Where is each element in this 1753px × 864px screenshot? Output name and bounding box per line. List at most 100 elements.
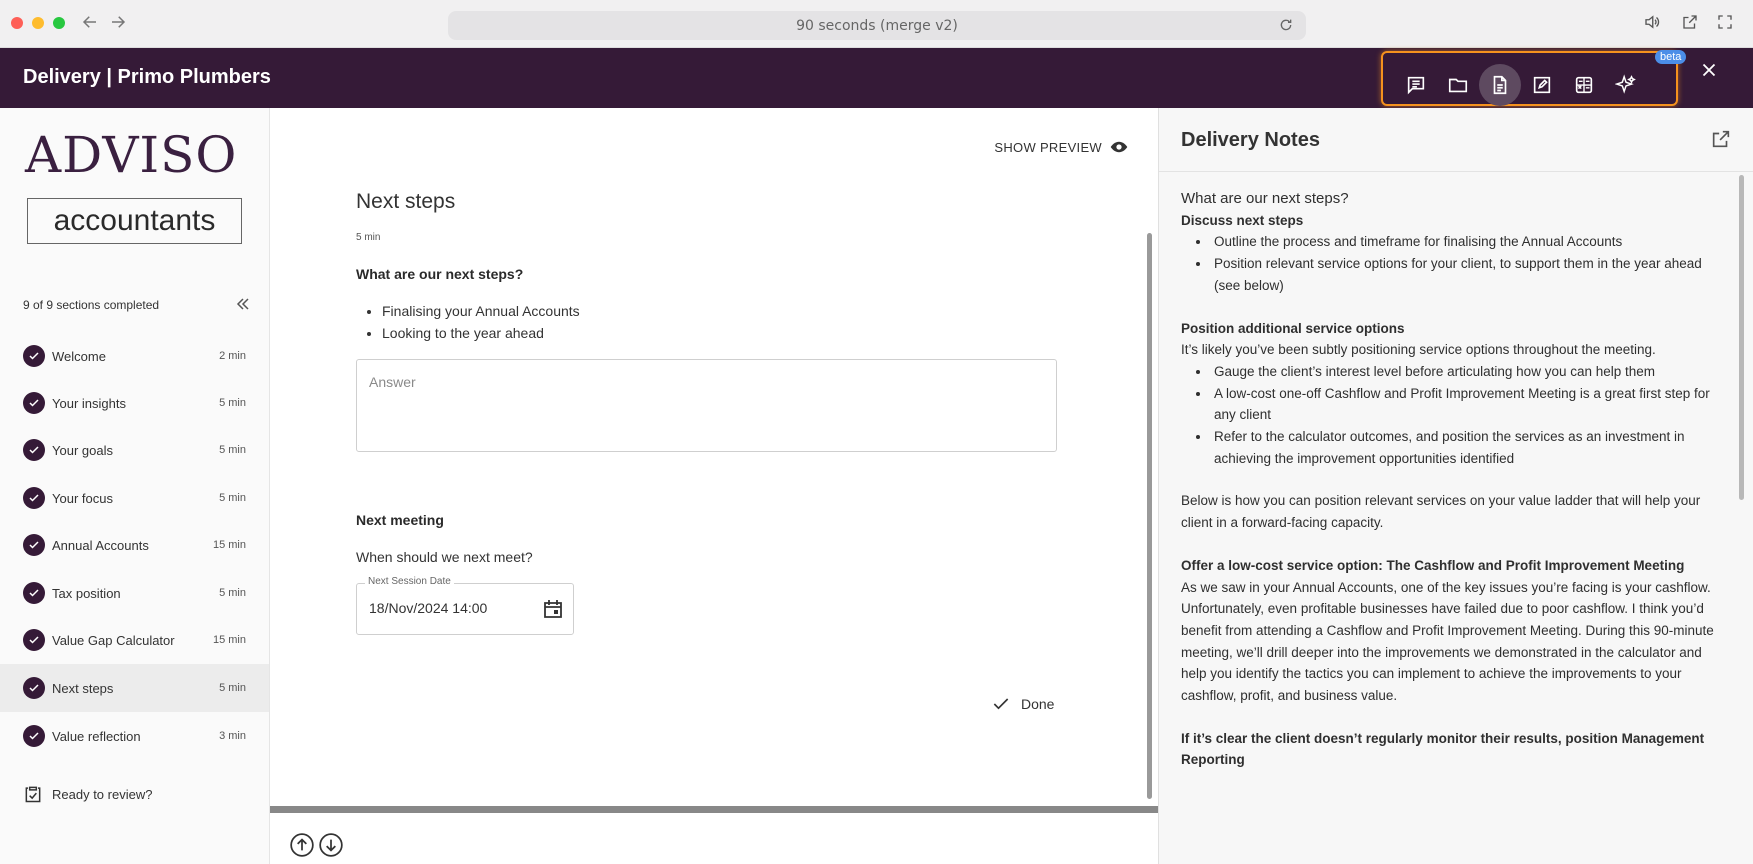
show-preview-button[interactable]: SHOW PREVIEW (994, 138, 1128, 156)
done-label: Done (1021, 696, 1055, 712)
notes-header: Delivery Notes (1159, 108, 1753, 172)
section-label: Tax position (52, 585, 121, 601)
notes-body: What are our next steps? Discuss next st… (1181, 188, 1721, 771)
notes-scrollbar[interactable] (1739, 175, 1744, 500)
done-button[interactable]: Done (991, 694, 1054, 714)
check-icon (23, 677, 45, 699)
delivery-notes-panel: Delivery Notes What are our next steps? … (1158, 108, 1753, 864)
check-icon (23, 345, 45, 367)
notes-list: Outline the process and timeframe for fi… (1197, 231, 1721, 296)
maximize-window-button[interactable] (53, 17, 65, 29)
answer-input[interactable]: Answer (356, 359, 1057, 452)
notes-paragraph: Below is how you can position relevant s… (1181, 493, 1701, 531)
section-navigation (270, 813, 1158, 864)
section-duration: 2 min (219, 350, 246, 362)
date-field-value: 18/Nov/2024 14:00 (369, 600, 488, 616)
notes-subheading: If it’s clear the client doesn’t regular… (1181, 730, 1705, 768)
address-bar-text: 90 seconds (merge v2) (796, 17, 958, 34)
beta-badge: beta (1655, 50, 1687, 64)
sidebar-item-annual-accounts[interactable]: Annual Accounts 15 min (0, 521, 269, 569)
speaker-icon[interactable] (1643, 13, 1663, 33)
sidebar-item-your-goals[interactable]: Your goals 5 min (0, 426, 269, 474)
eye-icon (1110, 141, 1128, 153)
list-item: Finalising your Annual Accounts (382, 300, 580, 322)
arrow-down-icon[interactable] (318, 832, 344, 858)
section-label: Your focus (52, 490, 113, 506)
sidebar-item-value-gap-calculator[interactable]: Value Gap Calculator 15 min (0, 616, 269, 664)
open-in-new-icon[interactable] (1710, 128, 1732, 150)
main-scrollbar[interactable] (1147, 233, 1152, 799)
check-icon (23, 439, 45, 461)
toolbar-highlight (1381, 51, 1678, 106)
progress-text: 9 of 9 sections completed (23, 298, 160, 312)
horizontal-scrollbar[interactable] (270, 806, 1158, 813)
folder-icon[interactable] (1437, 64, 1479, 106)
section-duration: 5 min (356, 232, 381, 243)
calendar-icon[interactable] (541, 597, 565, 621)
minimize-window-button[interactable] (32, 17, 44, 29)
section-label: Next steps (52, 680, 114, 696)
list-item: Refer to the calculator outcomes, and po… (1211, 426, 1721, 469)
section-label: Your goals (52, 442, 113, 458)
section-duration: 5 min (219, 587, 246, 599)
check-icon (23, 487, 45, 509)
back-arrow-icon[interactable] (78, 10, 102, 34)
next-session-date-field[interactable]: Next Session Date 18/Nov/2024 14:00 (356, 576, 574, 635)
sidebar-item-value-reflection[interactable]: Value reflection 3 min (0, 712, 269, 760)
list-item: A low-cost one-off Cashflow and Profit I… (1211, 383, 1721, 426)
question-bullets: Finalising your Annual Accounts Looking … (368, 300, 580, 344)
browser-toolbar: 90 seconds (merge v2) (0, 0, 1753, 48)
list-item: Gauge the client’s interest level before… (1211, 361, 1721, 383)
show-preview-label: SHOW PREVIEW (994, 139, 1102, 155)
check-icon (23, 534, 45, 556)
section-label: Your insights (52, 395, 126, 411)
sections-sidebar: ADVISO accountants 9 of 9 sections compl… (0, 108, 270, 864)
close-window-button[interactable] (11, 17, 23, 29)
reload-icon[interactable] (1278, 17, 1294, 33)
section-label: Annual Accounts (52, 537, 149, 553)
open-external-icon[interactable] (1681, 13, 1701, 33)
section-duration: 3 min (219, 730, 246, 742)
section-duration: 5 min (219, 682, 246, 694)
close-icon[interactable] (1695, 56, 1723, 84)
main-content: SHOW PREVIEW Next steps 5 min What are o… (270, 108, 1158, 806)
section-label: Value reflection (52, 728, 141, 744)
notes-subheading: Position additional service options (1181, 320, 1405, 336)
app-header: Delivery | Primo Plumbers beta (0, 48, 1753, 108)
arrow-up-icon[interactable] (289, 832, 315, 858)
page-title: Delivery | Primo Plumbers (23, 66, 271, 88)
sidebar-item-welcome[interactable]: Welcome 2 min (0, 332, 269, 380)
document-icon[interactable] (1479, 64, 1521, 106)
sidebar-item-your-focus[interactable]: Your focus 5 min (0, 474, 269, 522)
notes-icon[interactable] (1395, 64, 1437, 106)
review-label: Ready to review? (52, 786, 153, 802)
section-label: Value Gap Calculator (52, 632, 175, 648)
section-duration: 5 min (219, 492, 246, 504)
notes-question: What are our next steps? (1181, 190, 1349, 207)
address-bar[interactable]: 90 seconds (merge v2) (448, 11, 1306, 40)
sidebar-item-tax-position[interactable]: Tax position 5 min (0, 569, 269, 617)
section-duration: 5 min (219, 444, 246, 456)
next-meeting-question: When should we next meet? (356, 549, 533, 565)
edit-icon[interactable] (1521, 64, 1563, 106)
checkmark-icon (993, 698, 1009, 710)
sidebar-item-ready-to-review[interactable]: Ready to review? (0, 770, 269, 818)
list-item: Outline the process and timeframe for fi… (1211, 231, 1721, 253)
logo-subtitle: accountants (27, 198, 242, 244)
check-icon (23, 629, 45, 651)
notes-paragraph: It’s likely you’ve been subtly positioni… (1181, 342, 1656, 358)
section-duration: 15 min (212, 634, 246, 646)
collapse-sidebar-icon[interactable] (233, 294, 253, 314)
clipboard-check-icon (25, 786, 41, 803)
question-title: What are our next steps? (356, 266, 524, 282)
forward-arrow-icon[interactable] (106, 10, 130, 34)
notes-subheading: Offer a low-cost service option: The Cas… (1181, 557, 1685, 573)
fullscreen-icon[interactable] (1716, 13, 1736, 33)
next-meeting-title: Next meeting (356, 512, 444, 528)
ai-sparkle-icon[interactable] (1605, 64, 1647, 106)
notes-paragraph: As we saw in your Annual Accounts, one o… (1181, 579, 1714, 704)
calculator-icon[interactable] (1563, 64, 1605, 106)
sidebar-item-your-insights[interactable]: Your insights 5 min (0, 379, 269, 427)
date-field-label: Next Session Date (365, 576, 454, 587)
sidebar-item-next-steps[interactable]: Next steps 5 min (0, 664, 269, 712)
